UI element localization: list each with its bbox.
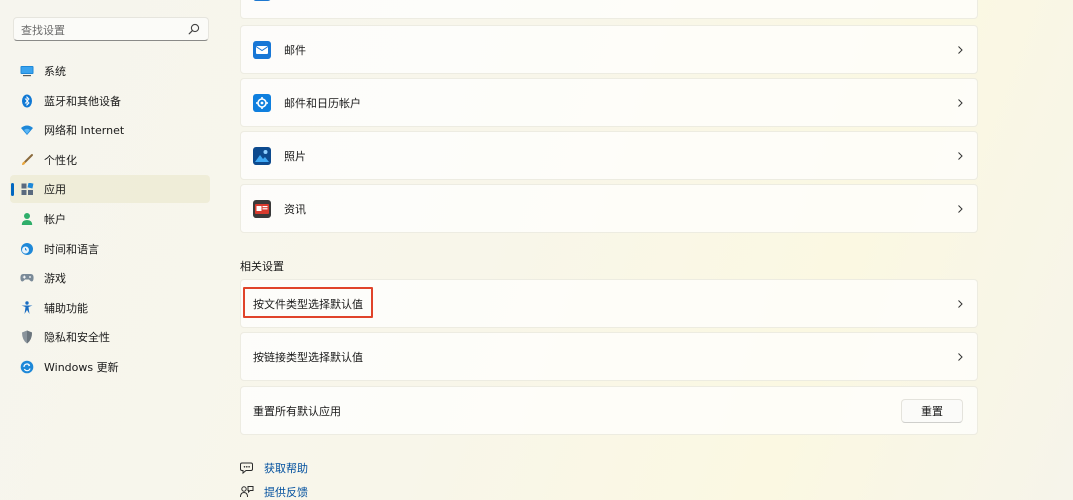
settings-gear-icon [253, 94, 271, 112]
get-help-label[interactable]: 获取帮助 [264, 460, 308, 476]
search-input[interactable] [21, 22, 181, 38]
app-row-news[interactable]: 资讯 [240, 184, 978, 233]
sidebar-item-label: 网络和 Internet [44, 124, 125, 138]
app-label: 资讯 [284, 202, 306, 216]
reset-button[interactable]: 重置 [901, 399, 963, 423]
sidebar-item-label: 个性化 [44, 153, 77, 167]
active-indicator [11, 183, 14, 197]
sidebar-item-bluetooth[interactable]: 蓝牙和其他设备 [10, 87, 210, 115]
apps-icon [20, 182, 34, 196]
app-row-mail[interactable]: 邮件 [240, 25, 978, 74]
search-icon[interactable] [188, 23, 200, 35]
give-feedback-label[interactable]: 提供反馈 [264, 484, 308, 500]
app-label: 邮件 [284, 43, 306, 57]
sidebar-item-label: 蓝牙和其他设备 [44, 94, 121, 108]
sidebar-item-personalization[interactable]: 个性化 [10, 146, 210, 174]
sidebar-item-label: 帐户 [44, 212, 66, 226]
chevron-right-icon [958, 98, 963, 107]
news-icon [253, 200, 271, 218]
chevron-right-icon [958, 45, 963, 54]
accessibility-icon [20, 301, 34, 315]
help-chat-icon [240, 462, 253, 475]
app-label: 照片 [284, 149, 306, 163]
sidebar-item-label: 时间和语言 [44, 242, 99, 256]
person-icon [20, 212, 34, 226]
sidebar-item-time-language[interactable]: 时间和语言 [10, 235, 210, 263]
mail-icon [253, 41, 271, 59]
main-content: 邮件 邮件和日历帐户 照片 资讯 相关设置 按文件类型选择默认值 按链接类型选择… [240, 0, 978, 500]
sidebar-item-network[interactable]: 网络和 Internet [10, 116, 210, 144]
app-label: 邮件和日历帐户 [284, 96, 361, 110]
globe-clock-icon [20, 242, 34, 256]
sidebar-item-accessibility[interactable]: 辅助功能 [10, 294, 210, 322]
sidebar-item-gaming[interactable]: 游戏 [10, 264, 210, 292]
chevron-right-icon [958, 352, 963, 361]
sidebar-item-apps[interactable]: 应用 [10, 175, 210, 204]
shield-icon [20, 330, 34, 344]
app-row-partial[interactable] [240, 0, 978, 19]
give-feedback-link[interactable]: 提供反馈 [240, 484, 308, 500]
sidebar-item-system[interactable]: 系统 [10, 57, 210, 85]
sidebar-item-label: 隐私和安全性 [44, 331, 110, 345]
sidebar-item-label: 系统 [44, 65, 66, 78]
sidebar: 系统 蓝牙和其他设备 网络和 Internet 个性化 应用 [0, 0, 222, 500]
sidebar-item-privacy[interactable]: 隐私和安全性 [10, 323, 210, 351]
update-icon [20, 360, 34, 374]
default-by-link-type-label: 按链接类型选择默认值 [253, 350, 363, 364]
nav-list: 系统 蓝牙和其他设备 网络和 Internet 个性化 应用 帐户 时间和语言 … [10, 57, 210, 383]
app-row-mail-calendar-accounts[interactable]: 邮件和日历帐户 [240, 78, 978, 127]
sidebar-item-label: 应用 [44, 183, 66, 197]
app-row-photos[interactable]: 照片 [240, 131, 978, 180]
reset-defaults-row: 重置所有默认应用 重置 [240, 386, 978, 435]
bluetooth-icon [20, 94, 34, 108]
brush-icon [20, 153, 34, 167]
sidebar-item-windows-update[interactable]: Windows 更新 [10, 353, 210, 381]
sidebar-item-accounts[interactable]: 帐户 [10, 205, 210, 233]
chevron-right-icon [958, 151, 963, 160]
get-help-link[interactable]: 获取帮助 [240, 460, 308, 476]
sidebar-item-label: 游戏 [44, 272, 66, 286]
wifi-icon [20, 123, 34, 137]
sidebar-item-label: Windows 更新 [44, 360, 119, 374]
chevron-right-icon [958, 204, 963, 213]
monitor-icon [20, 64, 34, 78]
related-settings-title: 相关设置 [240, 260, 284, 273]
default-by-link-type-row[interactable]: 按链接类型选择默认值 [240, 332, 978, 381]
reset-defaults-label: 重置所有默认应用 [253, 404, 341, 418]
search-box[interactable] [13, 17, 209, 41]
gamepad-icon [20, 271, 34, 285]
chevron-right-icon [958, 299, 963, 308]
photos-icon [253, 147, 271, 165]
highlight-annotation [243, 287, 373, 318]
app-icon [253, 0, 271, 1]
feedback-icon [240, 486, 254, 498]
sidebar-item-label: 辅助功能 [44, 301, 88, 315]
